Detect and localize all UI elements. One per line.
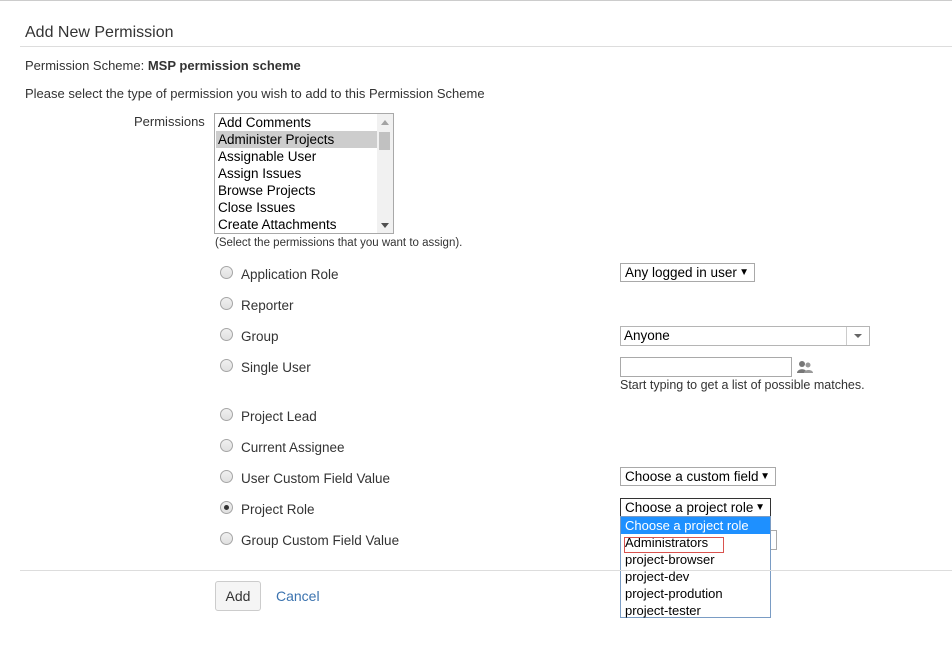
scroll-thumb[interactable] (379, 132, 390, 150)
radio-project-lead[interactable] (220, 408, 233, 421)
label-group: Group (241, 329, 279, 344)
radio-reporter[interactable] (220, 297, 233, 310)
radio-user-custom-field[interactable] (220, 470, 233, 483)
permissions-listbox[interactable]: Add Comments Administer Projects Assigna… (214, 113, 394, 234)
label-project-role: Project Role (241, 502, 315, 517)
radio-project-role[interactable] (220, 501, 233, 514)
radio-application-role[interactable] (220, 266, 233, 279)
single-user-input[interactable] (620, 357, 792, 377)
bottom-divider (20, 570, 952, 571)
single-user-hint: Start typing to get a list of possible m… (620, 378, 865, 392)
application-role-value: Any logged in user (625, 265, 737, 280)
scheme-label: Permission Scheme: (25, 58, 145, 73)
annotation-highlight-box (624, 537, 724, 553)
chevron-down-icon: ▼ (755, 502, 765, 513)
listbox-scrollbar[interactable] (377, 114, 393, 233)
scroll-down-arrow-icon[interactable] (381, 223, 389, 228)
permission-option[interactable]: Browse Projects (216, 182, 378, 199)
permission-option[interactable]: Create Attachments (216, 216, 378, 233)
label-reporter: Reporter (241, 298, 294, 313)
permissions-label: Permissions (134, 114, 205, 129)
radio-current-assignee[interactable] (220, 439, 233, 452)
group-select[interactable]: Anyone (620, 326, 870, 346)
instruction-text: Please select the type of permission you… (25, 86, 485, 101)
label-current-assignee: Current Assignee (241, 440, 345, 455)
user-custom-field-value: Choose a custom field (625, 469, 759, 484)
permission-option[interactable]: Close Issues (216, 199, 378, 216)
user-picker-icon[interactable] (796, 360, 814, 374)
label-single-user: Single User (241, 360, 311, 375)
group-value: Anyone (624, 328, 670, 343)
user-custom-field-select[interactable]: Choose a custom field ▼ (620, 467, 776, 486)
permission-scheme-line: Permission Scheme: MSP permission scheme (25, 58, 301, 73)
label-project-lead: Project Lead (241, 409, 317, 424)
radio-single-user[interactable] (220, 359, 233, 372)
scroll-up-arrow-icon[interactable] (381, 120, 389, 125)
permission-option-selected[interactable]: Administer Projects (216, 131, 378, 148)
project-role-select[interactable]: Choose a project role ▼ (620, 498, 771, 517)
top-border (0, 0, 952, 1)
permission-option[interactable]: Assign Issues (216, 165, 378, 182)
application-role-select[interactable]: Any logged in user ▼ (620, 263, 755, 282)
chevron-down-icon: ▼ (739, 267, 749, 278)
role-option-highlighted[interactable]: Choose a project role (621, 517, 770, 534)
radio-group[interactable] (220, 328, 233, 341)
scheme-name: MSP permission scheme (147, 58, 301, 73)
label-application-role: Application Role (241, 267, 339, 282)
cancel-link[interactable]: Cancel (276, 588, 320, 604)
chevron-down-icon[interactable] (846, 327, 869, 345)
role-option[interactable]: project-tester (621, 602, 770, 619)
chevron-down-icon: ▼ (760, 471, 770, 482)
label-user-custom-field: User Custom Field Value (241, 471, 391, 486)
permissions-hint: (Select the permissions that you want to… (215, 237, 463, 249)
role-option[interactable]: project-prodution (621, 585, 770, 602)
radio-group-custom-field[interactable] (220, 532, 233, 545)
title-divider (20, 46, 952, 47)
permission-option[interactable]: Add Comments (216, 114, 378, 131)
add-button[interactable]: Add (215, 581, 261, 611)
permission-option[interactable]: Assignable User (216, 148, 378, 165)
project-role-value: Choose a project role (625, 500, 754, 515)
project-role-dropdown[interactable]: Choose a project role Administrators pro… (620, 516, 771, 618)
page-title: Add New Permission (25, 24, 174, 41)
role-option[interactable]: project-browser (621, 551, 770, 568)
label-group-custom-field: Group Custom Field Value (241, 533, 400, 548)
